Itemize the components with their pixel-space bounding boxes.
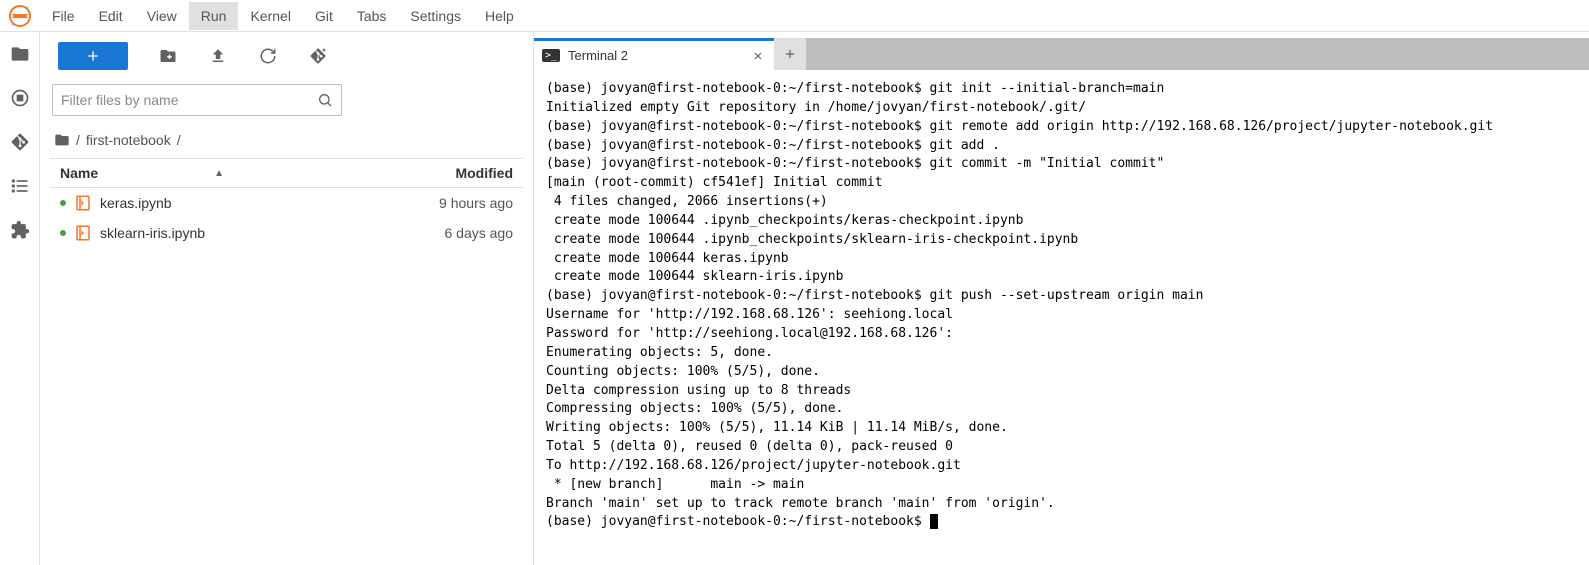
activity-bar [0, 32, 40, 565]
running-icon[interactable] [8, 86, 32, 110]
breadcrumb-folder[interactable]: first-notebook [86, 132, 171, 148]
toc-icon[interactable] [8, 174, 32, 198]
folder-icon[interactable] [8, 42, 32, 66]
notebook-icon [74, 194, 92, 212]
extensions-icon[interactable] [8, 218, 32, 242]
breadcrumb[interactable]: / first-notebook / [50, 126, 523, 158]
running-indicator-icon [60, 230, 66, 236]
new-folder-icon[interactable] [158, 46, 178, 66]
tab-bar: >_ Terminal 2 [534, 38, 1589, 70]
terminal-output[interactable]: (base) jovyan@first-notebook-0:~/first-n… [534, 70, 1589, 565]
menu-help[interactable]: Help [473, 2, 526, 30]
new-launcher-button[interactable] [58, 42, 128, 70]
menu-view[interactable]: View [135, 2, 189, 30]
file-modified: 9 hours ago [439, 195, 513, 211]
folder-icon [54, 132, 70, 148]
file-row[interactable]: sklearn-iris.ipynb 6 days ago [50, 218, 523, 248]
file-name: keras.ipynb [100, 195, 172, 211]
tab-terminal[interactable]: >_ Terminal 2 [534, 38, 774, 70]
cursor-icon [930, 514, 938, 529]
filter-input-wrap[interactable] [52, 84, 342, 116]
file-browser-toolbar [50, 42, 523, 78]
listing-header[interactable]: Name ▲ Modified [50, 158, 523, 188]
menu-git[interactable]: Git [303, 2, 345, 30]
add-tab-button[interactable] [774, 38, 806, 70]
close-icon[interactable] [752, 50, 764, 62]
menu-kernel[interactable]: Kernel [238, 2, 302, 30]
tab-title: Terminal 2 [568, 48, 628, 63]
file-modified: 6 days ago [445, 225, 514, 241]
git-clone-icon[interactable] [308, 46, 328, 66]
menu-bar: FileEditViewRunKernelGitTabsSettingsHelp [0, 0, 1589, 32]
breadcrumb-trail: / [177, 132, 181, 148]
search-icon [317, 92, 333, 108]
notebook-icon [74, 224, 92, 242]
file-browser: / first-notebook / Name ▲ Modified keras… [40, 32, 534, 565]
git-icon[interactable] [8, 130, 32, 154]
menu-run[interactable]: Run [189, 2, 239, 30]
file-name: sklearn-iris.ipynb [100, 225, 205, 241]
breadcrumb-root[interactable]: / [76, 132, 80, 148]
running-indicator-icon [60, 200, 66, 206]
file-row[interactable]: keras.ipynb 9 hours ago [50, 188, 523, 218]
sort-ascending-icon: ▲ [214, 168, 224, 179]
menu-settings[interactable]: Settings [398, 2, 473, 30]
header-modified[interactable]: Modified [455, 165, 513, 181]
menu-file[interactable]: File [40, 2, 87, 30]
content-area: >_ Terminal 2 (base) jovyan@first-notebo… [534, 32, 1589, 565]
terminal-icon: >_ [542, 49, 560, 62]
main-row: / first-notebook / Name ▲ Modified keras… [0, 32, 1589, 565]
filter-input[interactable] [61, 92, 317, 108]
refresh-icon[interactable] [258, 46, 278, 66]
jupyter-logo[interactable] [0, 4, 40, 28]
menu-edit[interactable]: Edit [87, 2, 135, 30]
upload-icon[interactable] [208, 46, 228, 66]
menu-tabs[interactable]: Tabs [345, 2, 399, 30]
header-name[interactable]: Name [60, 165, 98, 181]
